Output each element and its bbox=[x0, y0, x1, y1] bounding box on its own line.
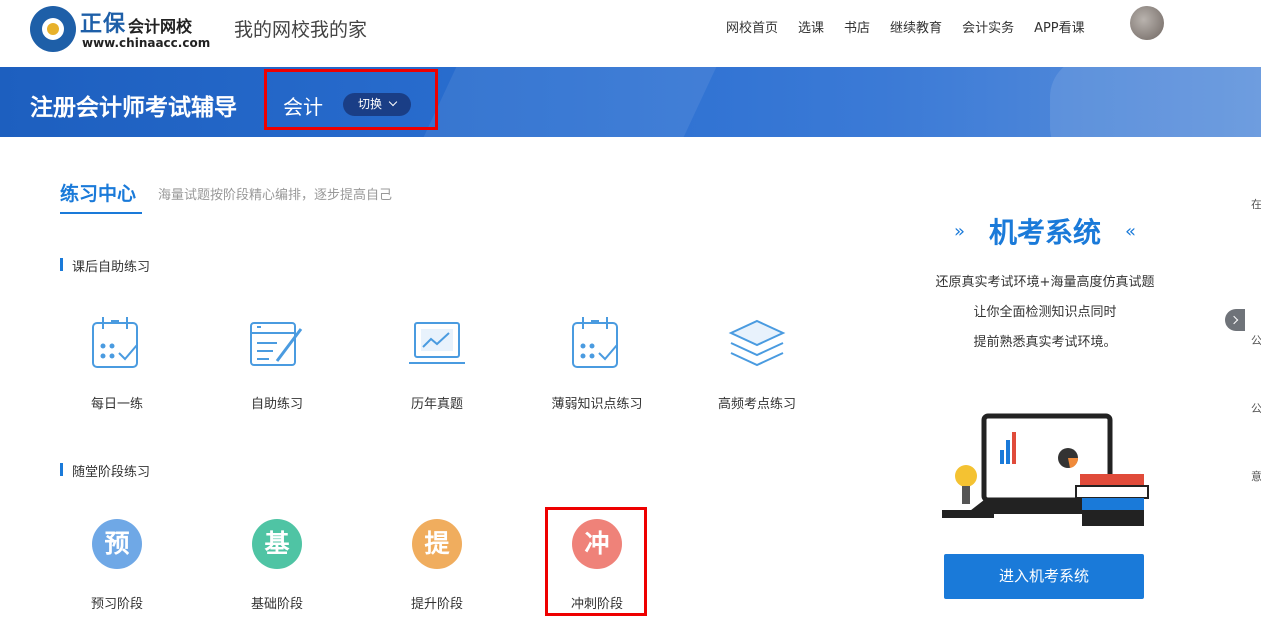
practice-item-label: 自助练习 bbox=[250, 397, 303, 412]
exam-system-title: 机考系统 bbox=[988, 216, 1101, 249]
enter-exam-system-button[interactable]: 进入机考系统 bbox=[944, 554, 1144, 599]
tab-underline bbox=[60, 212, 142, 214]
logo-name[interactable]: 会计网校 bbox=[128, 13, 192, 37]
practice-item-daily[interactable]: 每日一练 bbox=[57, 313, 177, 412]
practice-item-label: 每日一练 bbox=[90, 397, 143, 412]
exam-system-heading: » 机考系统 « bbox=[950, 211, 1140, 251]
double-chevron-right-icon: » bbox=[954, 221, 966, 242]
highlight-box-subject bbox=[264, 69, 438, 130]
main-nav: 网校首页 选课 书店 继续教育 会计实务 APP看课 bbox=[726, 17, 1105, 36]
practice-item-label: 历年真题 bbox=[410, 397, 463, 412]
nav-home[interactable]: 网校首页 bbox=[726, 17, 778, 36]
stage-icon: 预 bbox=[92, 519, 142, 569]
nav-accounting-practice[interactable]: 会计实务 bbox=[962, 17, 1014, 36]
stage-icon: 提 bbox=[412, 519, 462, 569]
logo-url: www.chinaacc.com bbox=[82, 36, 211, 50]
top-bar: 正保 会计网校 www.chinaacc.com 我的网校我的家 网校首页 选课… bbox=[0, 0, 1261, 67]
nav-continuing-edu[interactable]: 继续教育 bbox=[890, 17, 942, 36]
stage-improve[interactable]: 提 提升阶段 bbox=[377, 519, 497, 612]
double-chevron-left-icon: « bbox=[1124, 221, 1136, 242]
edge-text: 公 bbox=[1251, 402, 1261, 415]
nav-app[interactable]: APP看课 bbox=[1034, 17, 1085, 36]
calendar-check-icon bbox=[565, 313, 629, 377]
stage-basic[interactable]: 基 基础阶段 bbox=[217, 519, 337, 612]
exam-desc-line: 让你全面检测知识点同时 bbox=[973, 305, 1117, 320]
stage-label: 提升阶段 bbox=[410, 597, 463, 612]
highlight-box-sprint bbox=[545, 507, 647, 616]
exam-system-description: 还原真实考试环境+海量高度仿真试题 让你全面检测知识点同时 提前熟悉真实考试环境… bbox=[905, 268, 1185, 358]
laptop-chart-icon bbox=[405, 313, 469, 377]
practice-item-weak-points[interactable]: 薄弱知识点练习 bbox=[537, 313, 657, 412]
edge-text: 公 bbox=[1251, 334, 1261, 347]
edge-text: 在 bbox=[1251, 198, 1261, 211]
practice-item-high-frequency[interactable]: 高频考点练习 bbox=[697, 313, 817, 412]
section-title-stage-practice: 随堂阶段练习 bbox=[60, 461, 150, 480]
practice-item-self[interactable]: 自助练习 bbox=[217, 313, 337, 412]
layers-icon bbox=[725, 313, 789, 377]
stage-label: 预习阶段 bbox=[90, 597, 143, 612]
tab-practice-center[interactable]: 练习中心 bbox=[60, 179, 136, 206]
exam-desc-line: 提前熟悉真实考试环境。 bbox=[973, 335, 1117, 350]
stage-preview[interactable]: 预 预习阶段 bbox=[57, 519, 177, 612]
edge-text: 意 bbox=[1251, 470, 1261, 483]
chevron-right-icon[interactable] bbox=[1225, 309, 1245, 331]
logo-icon[interactable] bbox=[30, 6, 76, 52]
nav-courses[interactable]: 选课 bbox=[798, 17, 824, 36]
form-pen-icon bbox=[245, 313, 309, 377]
tab-subtitle: 海量试题按阶段精心编排，逐步提高自己 bbox=[158, 188, 393, 203]
stage-icon: 基 bbox=[252, 519, 302, 569]
course-banner: 注册会计师考试辅导 会计 切换 bbox=[0, 67, 1261, 137]
avatar[interactable] bbox=[1130, 6, 1164, 40]
exam-illustration bbox=[940, 410, 1152, 538]
nav-bookstore[interactable]: 书店 bbox=[844, 17, 870, 36]
stage-label: 基础阶段 bbox=[250, 597, 303, 612]
exam-desc-line: 还原真实考试环境+海量高度仿真试题 bbox=[935, 275, 1155, 290]
calendar-check-icon bbox=[85, 313, 149, 377]
section-title-self-practice: 课后自助练习 bbox=[60, 256, 150, 275]
practice-item-label: 薄弱知识点练习 bbox=[551, 397, 643, 412]
logo-brand[interactable]: 正保 bbox=[80, 6, 126, 38]
practice-item-label: 高频考点练习 bbox=[717, 397, 796, 412]
banner-title: 注册会计师考试辅导 bbox=[30, 95, 237, 121]
practice-item-past-exams[interactable]: 历年真题 bbox=[377, 313, 497, 412]
slogan: 我的网校我的家 bbox=[234, 19, 368, 41]
